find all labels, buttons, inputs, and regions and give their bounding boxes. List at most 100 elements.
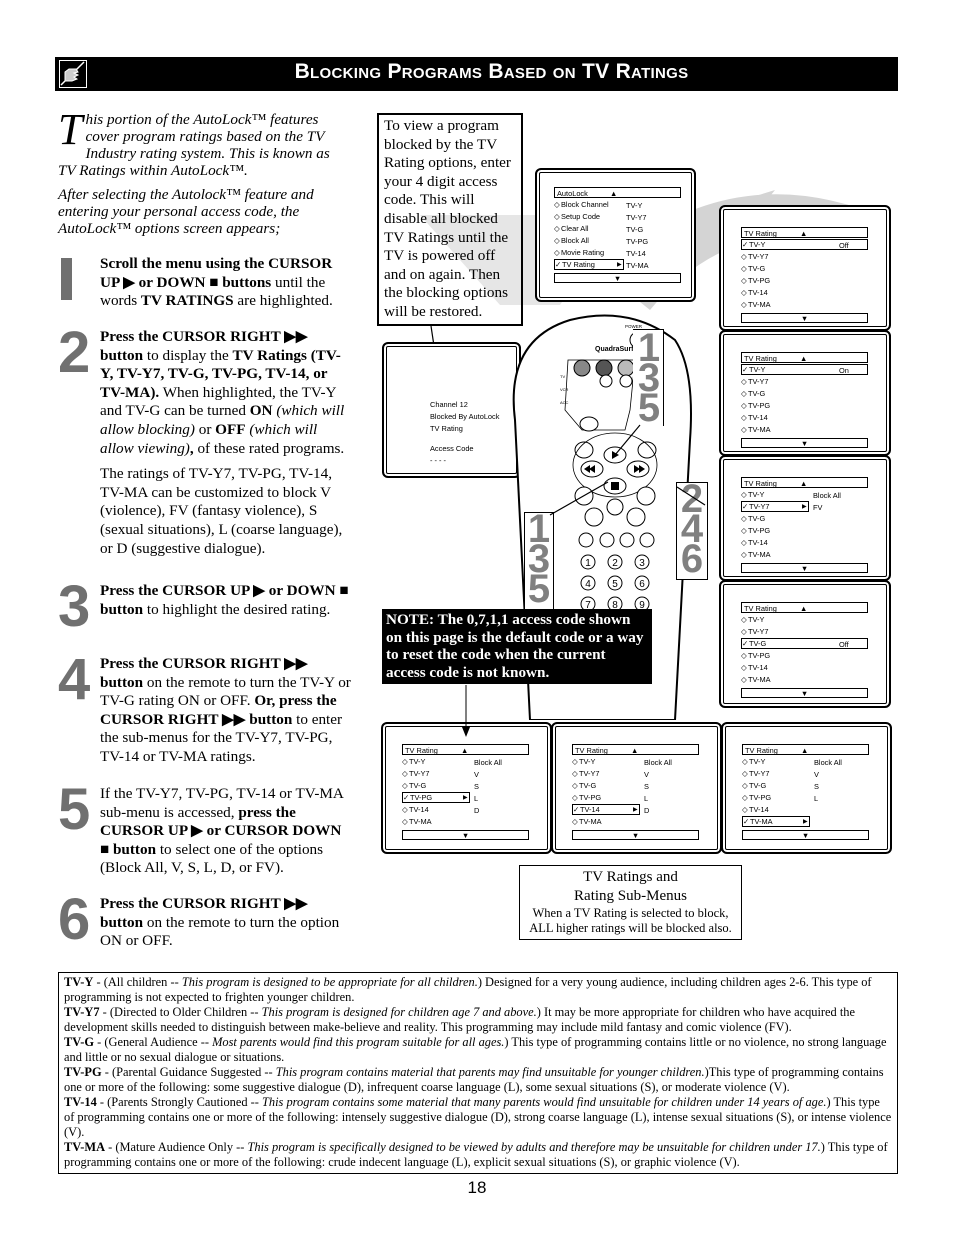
rating-item[interactable]: ◇TV-Y7 [572,768,632,779]
rating-item[interactable]: ◇TV-G [572,780,632,791]
rating-item[interactable]: ◇TV-14 [741,662,801,673]
record-button[interactable] [599,532,615,548]
rating-item[interactable]: ◇TV-14 [402,804,462,815]
scroll-up-icon[interactable]: ▲ [800,228,807,239]
rating-item[interactable]: ✓TV-Y7 ▶ [741,501,809,512]
pause-button[interactable] [619,532,635,548]
rating-item[interactable]: ◇TV-Y7 [402,768,462,779]
digit-label: 5 [612,579,618,590]
rating-item[interactable]: ✓TV-14 ▶ [572,804,640,815]
smiley-button-1[interactable] [599,374,613,388]
rating-item[interactable]: ◇TV-MA [741,549,801,560]
rating-item[interactable]: ◇TV-MA [402,816,462,827]
scroll-down-icon[interactable]: ▼ [741,688,868,698]
quadrasurf-button-2[interactable] [595,359,613,377]
rating-label: TV-PG [748,526,771,535]
diamond-bullet-icon: ◇ [402,805,408,814]
menu-item[interactable]: ◇Block Channel [554,199,622,210]
scroll-up-icon[interactable]: ▲ [801,745,808,756]
rating-value: V [814,770,819,779]
scroll-down-icon[interactable]: ▼ [402,830,529,840]
rating-item[interactable]: ◇TV-14 [741,287,801,298]
rating-value: S [644,782,649,791]
scroll-up-icon[interactable]: ▲ [631,745,638,756]
rating-item[interactable]: ◇TV-Y [741,614,801,625]
scroll-up-icon[interactable]: ▲ [800,353,807,364]
rating-item[interactable]: ◇TV-PG [741,650,801,661]
rating-label: TV-G [749,781,767,790]
rating-item[interactable]: ◇TV-PG [741,525,801,536]
rating-item[interactable]: ◇TV-Y [742,756,802,767]
rating-item[interactable]: ◇TV-14 [741,537,801,548]
rating-label: TV-MA [409,817,432,826]
scroll-down-icon[interactable]: ▼ [741,313,868,323]
rating-item[interactable]: ◇TV-Y [572,756,632,767]
diamond-bullet-icon: ◇ [741,252,747,261]
rating-value: Block All [813,491,841,500]
rating-item[interactable]: ◇TV-PG [741,400,801,411]
diamond-bullet-icon: ◇ [572,793,578,802]
menu-item[interactable]: ◇Block All [554,235,622,246]
rating-item[interactable]: ◇TV-PG [742,792,802,803]
rating-label: TV-Y [749,365,766,374]
quadrasurf-button-1[interactable] [573,359,591,377]
scroll-up-icon[interactable]: ▲ [610,188,617,199]
menu-value: TV-PG [626,237,649,246]
smiley-button-2[interactable] [619,374,633,388]
rating-item[interactable]: ◇TV-14 [741,412,801,423]
scroll-up-icon[interactable]: ▲ [461,745,468,756]
menu-title: TV Rating ▲ [741,477,868,488]
rating-item[interactable]: ◇TV-Y7 [741,251,801,262]
rating-item[interactable]: ◇TV-14 [742,804,802,815]
rating-item[interactable]: ◇TV-MA [572,816,632,827]
menu-item-label: Clear All [561,224,589,233]
rating-item[interactable]: ◇TV-Y [402,756,462,767]
intro-paragraph-2: After selecting the Autolock™ feature an… [58,186,314,237]
rating-label: TV-G [409,781,427,790]
step-number-2: 2 [58,320,90,385]
rating-item[interactable]: ✓TV-PG ▶ [402,792,470,803]
diamond-bullet-icon: ◇ [741,550,747,559]
rating-item[interactable]: ✓TV-MA ▶ [742,816,810,827]
rating-item[interactable]: ◇TV-PG [572,792,632,803]
rating-item[interactable]: ◇TV-MA [741,424,801,435]
rating-item[interactable]: ◇TV-Y7 [742,768,802,779]
scroll-down-icon[interactable]: ▼ [572,830,699,840]
sleep-button[interactable] [639,532,655,548]
menu-item[interactable]: ✓TV Rating ▶ [554,259,624,270]
rating-item[interactable]: ◇TV-G [742,780,802,791]
scroll-down-icon[interactable]: ▼ [741,438,868,448]
tv-vcr-button[interactable] [578,532,594,548]
rating-item[interactable]: ◇TV-G [741,263,801,274]
menu-item[interactable]: ◇Clear All [554,223,622,234]
diamond-bullet-icon: ◇ [741,288,747,297]
rating-item[interactable]: ✓TV-Y [741,364,868,375]
rating-item[interactable]: ◇TV-Y7 [741,376,801,387]
menu-title: TV Rating ▲ [741,227,868,238]
step-1-text-2: are highlighted. [233,292,333,310]
diamond-bullet-icon: ◇ [742,805,748,814]
menu-item[interactable]: ◇Movie Rating [554,247,622,258]
scroll-down-icon[interactable]: ▼ [741,563,868,573]
definition-italic: This program is specifically designed to… [247,1140,821,1154]
rating-label: TV-Y [579,757,596,766]
scroll-up-icon[interactable]: ▲ [800,478,807,489]
rating-item[interactable]: ◇TV-PG [741,275,801,286]
rating-item[interactable]: ◇TV-Y [741,489,801,500]
mode-tv[interactable]: TV [560,374,565,379]
quadrasurf-button-3[interactable] [617,359,635,377]
rating-item[interactable]: ◇TV-MA [741,674,801,685]
scroll-up-icon[interactable]: ▲ [800,603,807,614]
rating-item[interactable]: ◇TV-G [741,513,801,524]
rating-value: Off [839,640,849,649]
scroll-down-icon[interactable]: ▼ [742,830,869,840]
rating-item[interactable]: ◇TV-G [402,780,462,791]
rating-item[interactable]: ◇TV-G [741,388,801,399]
mode-vcr[interactable]: VCR [560,387,569,392]
rating-item[interactable]: ◇TV-Y7 [741,626,801,637]
mode-acc[interactable]: ACC [560,400,569,405]
rating-item[interactable]: ◇TV-MA [741,299,801,310]
menu-item[interactable]: ◇Setup Code [554,211,622,222]
scroll-down-icon[interactable]: ▼ [554,273,681,283]
definition-term: TV-PG [64,1065,102,1079]
